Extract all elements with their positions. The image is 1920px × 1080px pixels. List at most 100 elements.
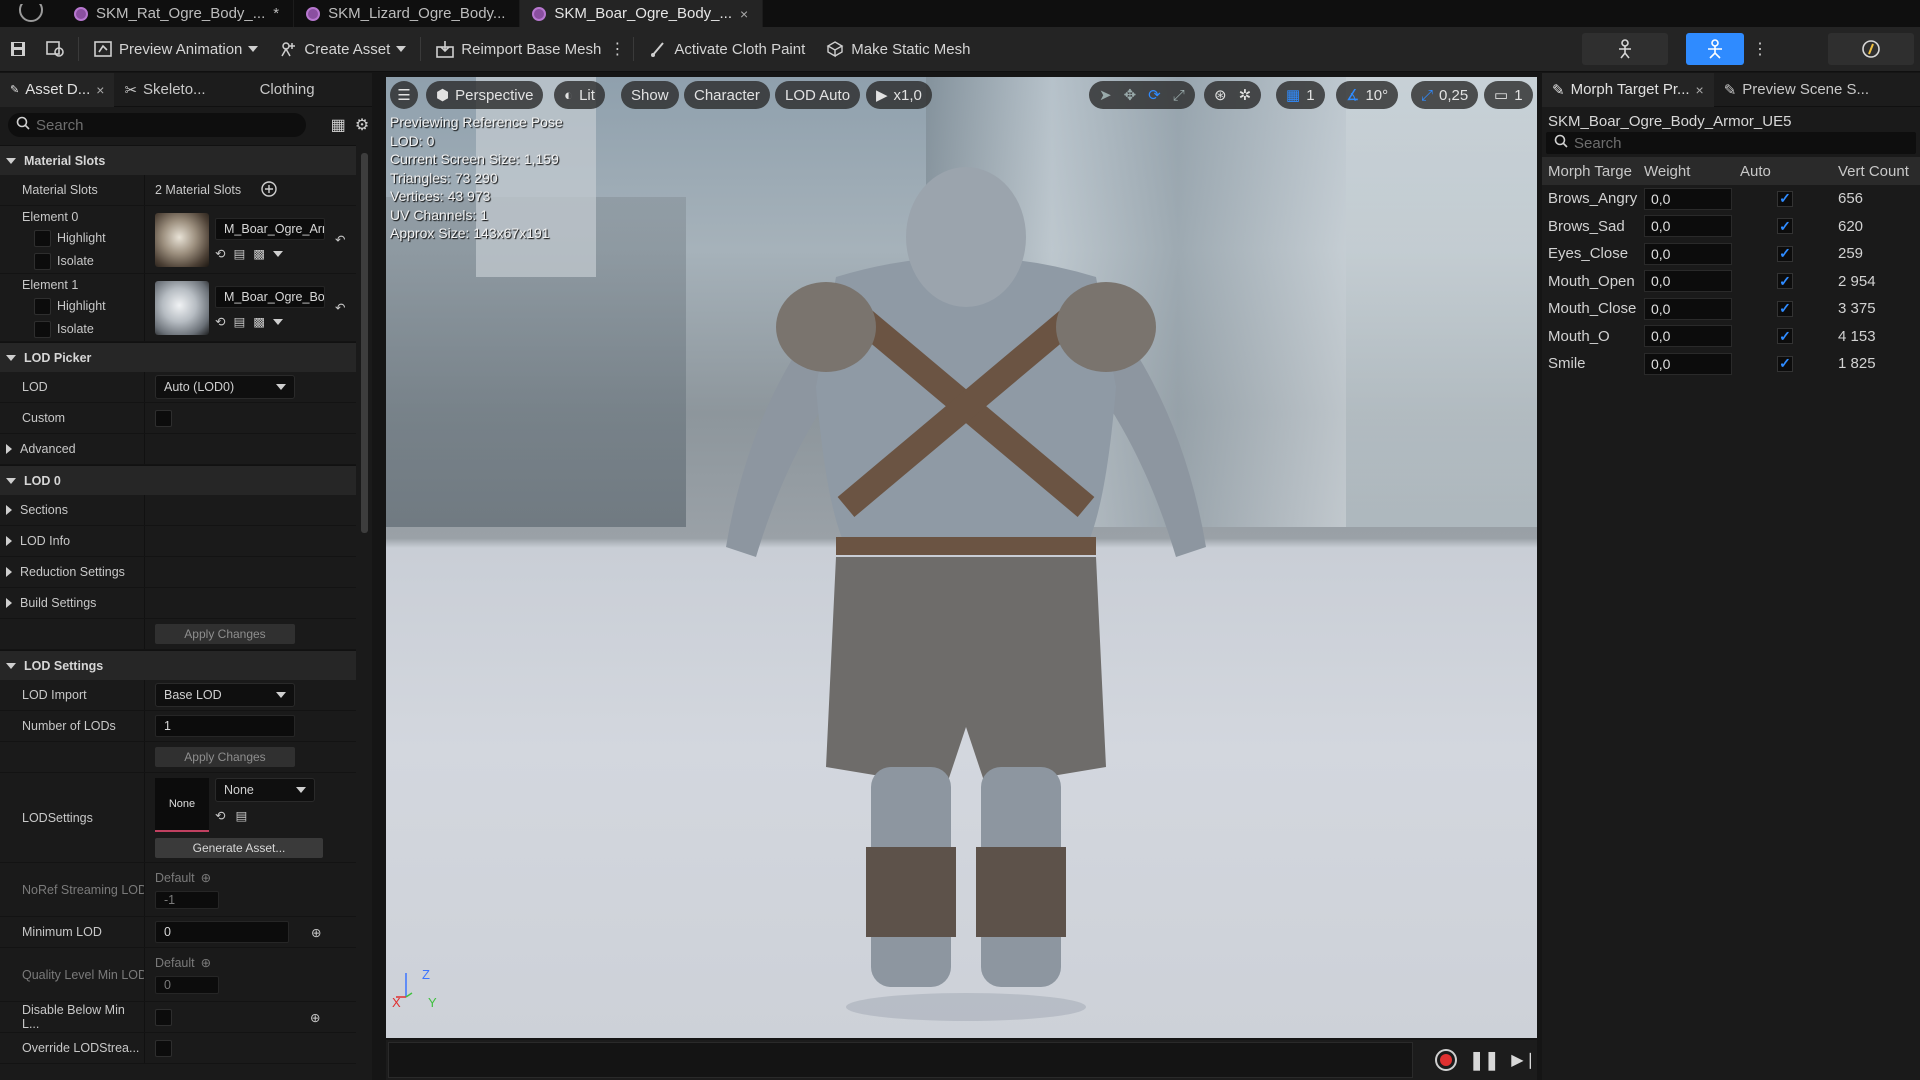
section-lod-settings[interactable]: LOD Settings (0, 650, 356, 680)
column-header[interactable]: Weight (1638, 163, 1734, 180)
sections-row[interactable]: Sections (0, 495, 356, 526)
make-static-mesh-button[interactable]: Make Static Mesh (815, 32, 980, 66)
ogre-character-model[interactable] (686, 127, 1246, 1027)
custom-checkbox[interactable] (155, 409, 172, 427)
material-picker[interactable]: M_Boar_Ogre_Arm (215, 218, 325, 240)
add-override-icon[interactable]: ⊕ (310, 1010, 320, 1025)
close-tab-icon[interactable]: × (96, 82, 104, 98)
table-view-icon[interactable]: ▦ (328, 115, 348, 135)
save-icon[interactable] (8, 39, 28, 59)
chevron-down-icon[interactable] (273, 318, 284, 325)
grid-snap-button[interactable]: ▦ 1 (1276, 81, 1325, 109)
material-thumbnail[interactable] (155, 212, 209, 267)
lodsettings-thumbnail[interactable]: None (155, 777, 209, 832)
chevron-down-icon[interactable] (273, 250, 284, 257)
reimport-base-mesh-button[interactable]: Reimport Base Mesh (425, 32, 611, 66)
settings-gear-icon[interactable]: ⚙ (352, 115, 372, 135)
use-selected-icon[interactable]: ⟲ (215, 808, 225, 823)
preview-viewport[interactable]: ☰ ⬢ Perspective ◐ Lit Show Character LOD A… (386, 77, 1537, 1038)
reset-icon[interactable]: ↶ (335, 300, 345, 315)
auto-checkbox[interactable]: ✓ (1777, 328, 1793, 345)
mode-options-icon[interactable]: ⋮ (1750, 39, 1770, 59)
lod-dropdown[interactable]: Auto (LOD0) (155, 375, 295, 399)
tab-rat-ogre[interactable]: SKM_Rat_Ogre_Body_... * (62, 0, 295, 27)
auto-checkbox[interactable]: ✓ (1777, 245, 1793, 262)
weight-input[interactable]: 0,0 (1644, 270, 1732, 293)
show-button[interactable]: Show (621, 81, 679, 109)
rotate-icon[interactable]: ⟳ (1148, 86, 1161, 104)
number-of-lods-input[interactable]: 1 (155, 715, 295, 737)
table-row[interactable]: Brows_Angry 0,0 ✓ 656 (1542, 185, 1920, 213)
auto-checkbox[interactable]: ✓ (1777, 218, 1793, 235)
lod-auto-button[interactable]: LOD Auto (775, 81, 861, 109)
section-lod0[interactable]: LOD 0 (0, 465, 356, 495)
add-override-icon[interactable]: ⊕ (201, 870, 211, 885)
details-search-input[interactable]: Search (8, 113, 307, 137)
character-button[interactable]: Character (684, 81, 770, 109)
lodsettings-dropdown[interactable]: None (215, 777, 315, 802)
table-row[interactable]: Eyes_Close 0,0 ✓ 259 (1542, 240, 1920, 268)
pause-icon[interactable]: ❚❚ (1469, 1050, 1499, 1071)
lit-button[interactable]: ◐ Lit (554, 81, 605, 109)
browse-folder-icon[interactable]: ▤ (233, 314, 245, 329)
close-tab-icon[interactable]: × (740, 6, 748, 22)
column-header[interactable]: Vert Count (1830, 163, 1920, 180)
advanced-row[interactable]: Advanced (0, 434, 356, 465)
auto-checkbox[interactable]: ✓ (1777, 355, 1793, 372)
angle-snap-button[interactable]: ∡ 10° (1336, 81, 1399, 109)
auto-checkbox[interactable]: ✓ (1777, 300, 1793, 317)
activate-cloth-paint-button[interactable]: Activate Cloth Paint (638, 32, 815, 66)
isolate-checkbox[interactable] (34, 320, 51, 338)
highlight-checkbox[interactable] (34, 229, 51, 247)
quality-value-input[interactable]: 0 (155, 976, 219, 994)
skeleton-mode-button[interactable] (1582, 33, 1668, 65)
material-picker[interactable]: M_Boar_Ogre_Bod (215, 286, 325, 308)
apply-changes-button[interactable]: Apply Changes (155, 624, 295, 644)
auto-checkbox[interactable]: ✓ (1777, 273, 1793, 290)
close-tab-icon[interactable]: × (1696, 82, 1704, 98)
checker-icon[interactable]: ▩ (253, 314, 265, 329)
use-selected-icon[interactable]: ⟲ (215, 246, 225, 261)
more-options-icon[interactable]: ⋮ (609, 39, 625, 59)
noref-value-input[interactable]: -1 (155, 891, 219, 909)
isolate-checkbox[interactable] (34, 252, 51, 270)
weight-input[interactable]: 0,0 (1644, 242, 1732, 265)
highlight-checkbox[interactable] (34, 297, 51, 315)
disable-below-min-checkbox[interactable] (155, 1008, 172, 1026)
checker-icon[interactable]: ▩ (253, 246, 265, 261)
browse-folder-icon[interactable]: ▤ (235, 808, 247, 823)
viewport-menu-button[interactable]: ☰ (390, 81, 418, 109)
tab-preview-scene-settings[interactable]: ✎ Preview Scene S... (1714, 73, 1879, 107)
material-thumbnail[interactable] (155, 280, 209, 335)
add-slot-icon[interactable] (261, 180, 277, 200)
create-asset-button[interactable]: Create Asset (268, 32, 416, 66)
browse-asset-icon[interactable] (46, 39, 66, 59)
surface-snap-icon[interactable]: ✲ (1239, 86, 1252, 104)
camera-speed-button[interactable]: ▭ 1 (1484, 81, 1533, 109)
weight-input[interactable]: 0,0 (1644, 187, 1732, 210)
table-row[interactable]: Mouth_Close 0,0 ✓ 3 375 (1542, 295, 1920, 323)
unreal-logo-icon[interactable] (0, 0, 62, 27)
tab-morph-target-preview[interactable]: ✎ Morph Target Pr... × (1542, 72, 1714, 107)
step-forward-icon[interactable]: ▶❘ (1511, 1050, 1537, 1070)
weight-input[interactable]: 0,0 (1644, 352, 1732, 375)
mesh-mode-button[interactable] (1686, 33, 1744, 65)
minimum-lod-input[interactable]: 0 (155, 921, 289, 943)
animation-mode-button[interactable] (1828, 33, 1914, 65)
column-header[interactable]: Morph Targe (1542, 163, 1638, 180)
table-row[interactable]: Smile 0,0 ✓ 1 825 (1542, 350, 1920, 378)
section-material-slots[interactable]: Material Slots (0, 145, 356, 175)
reduction-settings-row[interactable]: Reduction Settings (0, 557, 356, 588)
world-local-icon[interactable]: ⊛ (1214, 86, 1227, 104)
select-arrow-icon[interactable]: ➤ (1099, 86, 1112, 104)
move-icon[interactable]: ✥ (1124, 86, 1137, 104)
scale-snap-button[interactable]: ⤢ 0,25 (1411, 81, 1479, 109)
use-selected-icon[interactable]: ⟲ (215, 314, 225, 329)
add-override-icon[interactable]: ⊕ (311, 925, 321, 940)
apply-changes-button[interactable]: Apply Changes (155, 747, 295, 767)
generate-asset-button[interactable]: Generate Asset... (155, 837, 323, 858)
tab-lizard-ogre[interactable]: SKM_Lizard_Ogre_Body... (294, 0, 521, 27)
table-row[interactable]: Mouth_Open 0,0 ✓ 2 954 (1542, 268, 1920, 296)
highlight-toggle[interactable]: Highlight (22, 297, 106, 315)
playback-speed-button[interactable]: ▶ x1,0 (866, 81, 932, 109)
